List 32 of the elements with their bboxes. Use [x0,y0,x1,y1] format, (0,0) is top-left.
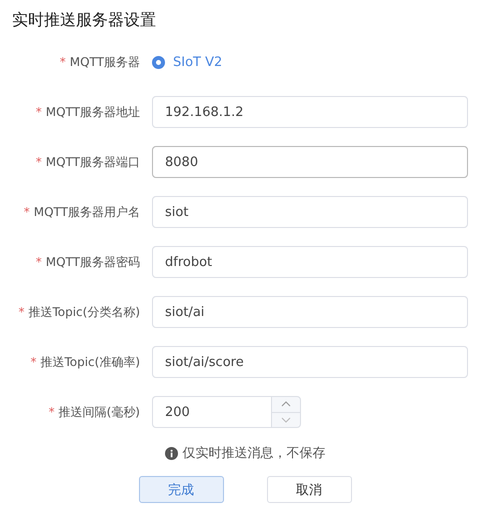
field-label: MQTT服务器用户名 [34,204,140,220]
field-label: MQTT服务器端口 [46,154,140,170]
chevron-up-icon [281,401,291,408]
info-icon [164,446,178,460]
cancel-button[interactable]: 取消 [266,476,352,503]
number-field[interactable]: 200 [152,396,271,428]
required-asterisk: * [36,155,42,169]
chevron-down-icon [281,416,291,423]
required-asterisk: * [36,105,42,119]
dialog-title: 实时推送服务器设置 [11,9,157,31]
required-asterisk: * [24,205,30,219]
confirm-button[interactable]: 完成 [138,476,224,503]
input-field[interactable]: siot/ai [152,296,468,328]
required-asterisk: * [36,255,42,269]
input-field[interactable]: siot [152,196,468,228]
radio-label[interactable]: SIoT V2 [173,54,222,70]
input-field[interactable]: siot/ai/score [152,346,468,378]
field-label: 推送间隔(毫秒) [58,404,140,420]
field-label: 推送Topic(准确率) [40,354,140,370]
required-asterisk: * [48,405,55,419]
input-field[interactable]: 192.168.1.2 [152,96,468,128]
input-field[interactable]: dfrobot [152,246,468,278]
field-label: 推送Topic(分类名称) [28,304,140,320]
info-note: 仅实时推送消息，不保存 [182,445,326,462]
required-asterisk: * [30,355,36,369]
radio-button[interactable] [152,56,165,68]
field-label: MQTT服务器地址 [46,104,140,120]
input-field[interactable]: 8080 [152,146,468,178]
required-asterisk: * [18,305,24,319]
field-label: MQTT服务器 [70,54,140,70]
field-label: MQTT服务器密码 [46,254,140,270]
required-asterisk: * [60,55,66,69]
